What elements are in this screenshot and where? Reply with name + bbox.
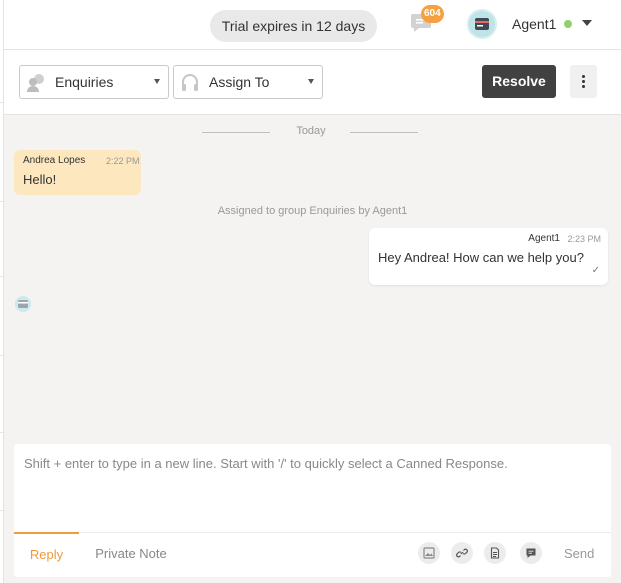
chevron-down-icon[interactable]	[582, 20, 592, 26]
chevron-down-icon	[308, 79, 314, 84]
assign-select[interactable]: Assign To	[173, 65, 323, 99]
canned-response-button[interactable]	[520, 542, 542, 564]
message-time: 2:23 PM	[567, 234, 601, 244]
message-input[interactable]	[24, 456, 602, 516]
conversation-area[interactable]: Today Andrea Lopes 2:22 PM Hello! Assign…	[4, 115, 621, 444]
group-select[interactable]: Enquiries	[19, 65, 169, 99]
message-sender: Andrea Lopes	[23, 155, 86, 166]
outgoing-message: Agent1 2:23 PM Hey Andrea! How can we he…	[369, 228, 608, 285]
send-button[interactable]: Send	[564, 533, 594, 575]
attach-image-button[interactable]	[418, 542, 440, 564]
headset-icon	[182, 74, 198, 91]
check-icon: ✓	[591, 265, 600, 276]
top-bar: Trial expires in 12 days 604 Agent1	[4, 0, 621, 50]
resolve-button[interactable]: Resolve	[482, 65, 556, 98]
divider	[350, 132, 418, 133]
system-note: Assigned to group Enquiries by Agent1	[217, 205, 408, 217]
divider	[202, 132, 270, 133]
card-avatar-icon	[475, 18, 489, 30]
message-text: Hello!	[23, 172, 57, 187]
message-text: Hey Andrea! How can we help you?	[378, 250, 584, 265]
link-icon	[456, 548, 468, 558]
more-options-button[interactable]	[570, 65, 597, 98]
tab-private-note[interactable]: Private Note	[82, 533, 180, 577]
composer-box: Reply Private Note	[14, 444, 611, 577]
card-avatar-icon	[18, 300, 28, 308]
notification-count-badge: 604	[421, 5, 444, 23]
group-icon	[27, 74, 44, 92]
insert-link-button[interactable]	[451, 542, 473, 564]
trial-badge[interactable]: Trial expires in 12 days	[210, 10, 377, 42]
reply-composer: Reply Private Note	[4, 444, 621, 583]
avatar[interactable]	[467, 9, 497, 39]
incoming-message: Andrea Lopes 2:22 PM Hello!	[14, 150, 141, 195]
image-icon	[423, 547, 435, 559]
attach-document-button[interactable]	[484, 542, 506, 564]
composer-footer: Reply Private Note Send	[14, 532, 611, 577]
avatar	[15, 296, 31, 312]
online-status-dot	[564, 20, 572, 28]
comment-icon	[526, 548, 536, 558]
message-time: 2:22 PM	[106, 156, 140, 166]
document-icon	[490, 547, 500, 559]
conversation-toolbar: Enquiries Assign To Resolve	[4, 50, 621, 115]
group-select-value: Enquiries	[55, 74, 114, 90]
assign-select-value: Assign To	[209, 74, 270, 90]
message-sender: Agent1	[528, 233, 560, 244]
tab-reply[interactable]: Reply	[14, 532, 79, 576]
date-divider: Today	[296, 125, 326, 137]
chevron-down-icon	[154, 79, 160, 84]
agent-name[interactable]: Agent1	[512, 16, 556, 32]
